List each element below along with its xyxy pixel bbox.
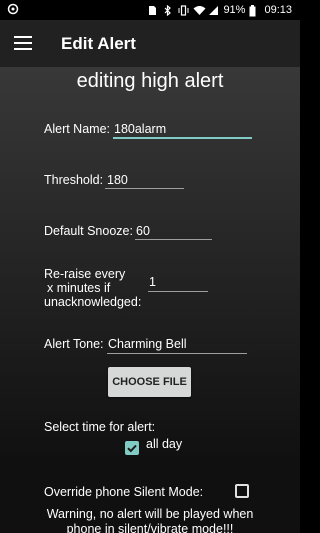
override-silent-checkbox[interactable] [235,484,249,498]
reraise-label-line2: x minutes if [47,281,111,295]
app-toolbar: Edit Alert [0,20,300,67]
signal-icon [208,5,219,16]
all-day-checkbox[interactable] [125,441,139,455]
alert-name-underline [113,137,252,139]
status-bar: 91% 09:13 [0,0,300,20]
alert-tone-underline [107,353,247,354]
alert-name-input[interactable]: 180alarm [114,122,166,136]
checkmark-icon [127,444,137,453]
threshold-input[interactable]: 180 [107,173,128,187]
form-heading: editing high alert [76,70,224,92]
override-silent-label: Override phone Silent Mode: [44,485,204,499]
default-snooze-underline [135,239,212,240]
threshold-label: Threshold: [44,173,104,187]
wifi-icon [193,5,206,16]
edit-alert-form: editing high alert Alert Name: 180alarm … [0,67,300,533]
threshold-underline [105,188,184,189]
alert-tone-input[interactable]: Charming Bell [108,337,187,351]
sim-icon [148,5,159,16]
alert-tone-label: Alert Tone: [44,337,104,351]
alert-name-label: Alert Name: [44,122,110,136]
battery-percent: 91% [223,4,246,16]
reraise-label-line3: unacknowledged: [44,295,142,309]
reraise-label-line1: Re-raise every [44,267,126,281]
all-day-label: all day [146,437,183,451]
circle-notification-icon [7,3,19,15]
battery-icon [249,4,260,16]
default-snooze-input[interactable]: 60 [136,224,150,238]
reraise-underline [148,291,208,292]
select-time-label: Select time for alert: [44,420,156,434]
reraise-input[interactable]: 1 [149,275,156,289]
silent-mode-warning: Warning, no alert will be played when ph… [46,507,254,533]
vibrate-icon [178,4,189,16]
hamburger-menu-icon[interactable] [14,36,32,50]
bluetooth-icon [163,4,174,16]
clock: 09:13 [264,4,292,16]
default-snooze-label: Default Snooze: [44,224,133,238]
choose-file-button[interactable]: CHOOSE FILE [108,367,191,397]
page-title: Edit Alert [61,34,136,53]
